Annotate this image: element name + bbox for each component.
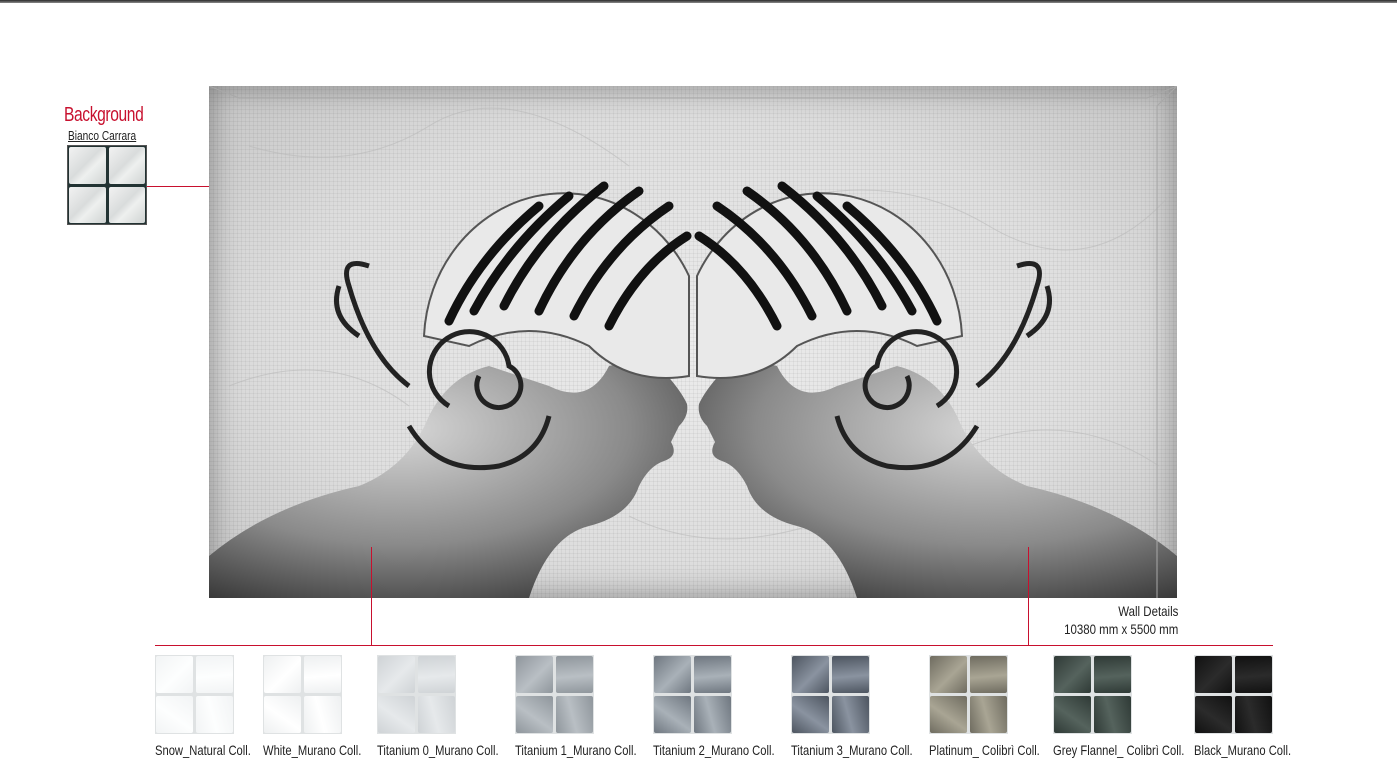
swatch-quarter-tile	[694, 696, 731, 733]
palette-label-7: Grey Flannel_ Colibrì Coll.	[1053, 742, 1185, 758]
palette-swatch-6	[929, 655, 1008, 734]
palette-label-2: Titanium 0_Murano Coll.	[377, 742, 499, 758]
swatch-quarter-tile	[156, 656, 193, 693]
palette-swatch-4	[653, 655, 732, 734]
swatch-quarter-tile	[792, 696, 829, 733]
swatch-quarter-tile	[304, 696, 341, 733]
swatch-quarter-tile	[516, 656, 553, 693]
palette-label-0: Snow_Natural Coll.	[155, 742, 251, 758]
swatch-quarter-tile	[654, 656, 691, 693]
background-title: Background	[64, 104, 144, 126]
swatch-quarter-tile	[930, 656, 967, 693]
swatch-quarter-tile	[694, 656, 731, 693]
swatch-quarter-tile	[832, 656, 869, 693]
right-figure-leader-line	[1028, 547, 1029, 645]
palette-label-3: Titanium 1_Murano Coll.	[515, 742, 637, 758]
swatch-quarter-tile	[832, 696, 869, 733]
swatch-quarter-tile	[418, 656, 455, 693]
swatch-quarter-tile	[264, 656, 301, 693]
swatch-quarter-tile	[556, 656, 593, 693]
swatch-quarter-tile	[1235, 656, 1272, 693]
wall-dimensions-text: 10380 mm x 5500 mm	[1063, 621, 1178, 637]
swatch-quarter-tile	[378, 696, 415, 733]
palette-swatch-1	[263, 655, 342, 734]
swatch-quarter-tile	[264, 696, 301, 733]
swatch-quarter-tile	[196, 656, 233, 693]
swatch-quarter-tile	[654, 696, 691, 733]
swatch-quarter-tile	[792, 656, 829, 693]
palette-label-5: Titanium 3_Murano Coll.	[791, 742, 913, 758]
swatch-quarter-tile	[156, 696, 193, 733]
left-figure-leader-line	[371, 547, 372, 645]
swatch-quarter-tile	[1094, 696, 1131, 733]
swatch-quarter-tile	[418, 696, 455, 733]
swatch-quarter-tile	[1195, 696, 1232, 733]
swatch-quarter-tile	[1094, 656, 1131, 693]
wall-details-title: Wall Details	[1105, 603, 1178, 619]
palette-label-1: White_Murano Coll.	[263, 742, 362, 758]
palette-swatch-7	[1053, 655, 1132, 734]
palette-label-6: Platinum_ Colibrì Coll.	[929, 742, 1040, 758]
wall-dimensions: 10380 mm x 5500 mm	[1039, 621, 1178, 637]
top-border	[0, 0, 1397, 3]
wall-details-title-text: Wall Details	[1117, 603, 1178, 619]
swatch-quarter-tile	[1054, 696, 1091, 733]
right-figure	[694, 181, 1177, 598]
swatch-quarter-tile	[1195, 656, 1232, 693]
swatch-quarter-tile	[970, 656, 1007, 693]
swatch-quarter-tile	[378, 656, 415, 693]
swatch-quarter-tile	[1054, 656, 1091, 693]
background-swatch	[67, 145, 147, 225]
swatch-quarter-tile	[1235, 696, 1272, 733]
palette-swatch-5	[791, 655, 870, 734]
swatch-quarter-tile	[516, 696, 553, 733]
palette-bracket-line	[155, 645, 1273, 646]
artwork-illustration	[209, 86, 1177, 598]
swatch-quarter-tile	[970, 696, 1007, 733]
palette-swatch-2	[377, 655, 456, 734]
swatch-quarter-tile	[930, 696, 967, 733]
palette-label-4: Titanium 2_Murano Coll.	[653, 742, 775, 758]
mosaic-artwork	[209, 86, 1177, 598]
swatch-quarter-tile	[556, 696, 593, 733]
palette-swatch-0	[155, 655, 234, 734]
swatch-quarter-tile	[304, 656, 341, 693]
palette-label-8: Black_Murano Coll.	[1194, 742, 1292, 758]
background-material-name: Bianco Carrara	[68, 128, 137, 143]
left-figure	[209, 181, 692, 598]
swatch-quarter-tile	[196, 696, 233, 733]
palette-swatch-8	[1194, 655, 1273, 734]
palette-swatch-3	[515, 655, 594, 734]
